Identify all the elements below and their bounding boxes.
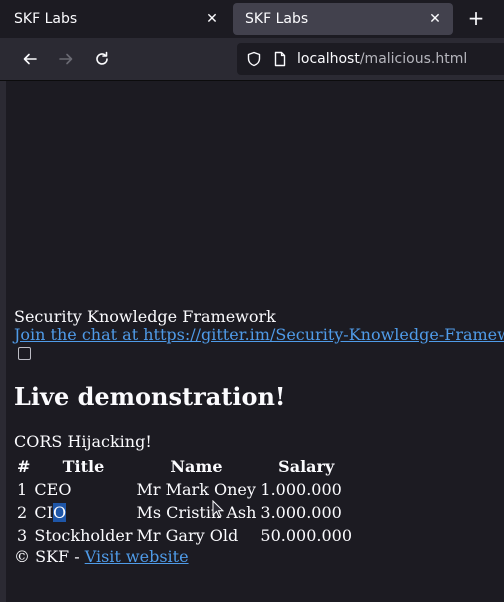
page-subtitle: CORS Hijacking! bbox=[14, 432, 152, 451]
forward-arrow-icon[interactable] bbox=[55, 48, 77, 70]
tab-skf-labs-1[interactable]: SKF Labs ✕ bbox=[2, 3, 230, 35]
row-name: Mr Gary Old bbox=[136, 526, 239, 545]
mouse-cursor-icon bbox=[212, 500, 224, 518]
gitter-chat-link[interactable]: Join the chat at https://gitter.im/Secur… bbox=[14, 325, 504, 344]
shield-icon[interactable] bbox=[245, 50, 263, 68]
url-host: localhost bbox=[297, 51, 360, 67]
row-name: Ms Cristin Ash bbox=[136, 503, 257, 522]
table-header-row: # Title Name Salary bbox=[16, 456, 353, 477]
close-icon[interactable]: ✕ bbox=[204, 11, 220, 27]
tab-title: SKF Labs bbox=[14, 11, 78, 27]
column-header-number: # bbox=[17, 457, 31, 476]
reload-icon[interactable] bbox=[91, 48, 113, 70]
table-row: 3 Stockholder Mr Gary Old 50.000.000 bbox=[16, 525, 353, 546]
navbar-brand[interactable]: Security Knowledge Framework bbox=[14, 307, 276, 326]
table-row: 1 CEO Mr Mark Oney 1.000.000 bbox=[16, 479, 353, 500]
column-header-title: Title bbox=[62, 457, 105, 476]
row-title-text: Stockholder bbox=[34, 526, 133, 545]
visit-website-link[interactable]: Visit website bbox=[85, 547, 189, 566]
url-path: /malicious.html bbox=[359, 51, 468, 67]
table-row: 2 CIO Ms Cristin Ash 3.000.000 bbox=[16, 502, 353, 523]
salary-table: # Title Name Salary 1 CEO Mr Mark Oney 1… bbox=[14, 454, 355, 548]
tab-strip: SKF Labs ✕ SKF Labs ✕ + bbox=[0, 0, 504, 38]
row-number: 2 bbox=[17, 503, 28, 522]
row-salary: 50.000.000 bbox=[260, 526, 353, 545]
tab-skf-labs-2[interactable]: SKF Labs ✕ bbox=[233, 3, 453, 35]
tab-title: SKF Labs bbox=[245, 11, 309, 27]
plus-icon[interactable]: + bbox=[463, 6, 489, 32]
page-title: Live demonstration! bbox=[14, 382, 286, 411]
row-title-text: CI bbox=[34, 503, 53, 522]
row-salary: 1.000.000 bbox=[260, 480, 342, 499]
column-header-salary: Salary bbox=[278, 457, 335, 476]
selected-text: O bbox=[52, 503, 67, 522]
url-bar[interactable]: localhost/malicious.html bbox=[237, 43, 504, 75]
row-title: Stockholder bbox=[33, 525, 133, 546]
row-title: CEO bbox=[33, 479, 133, 500]
nav-toolbar: localhost/malicious.html bbox=[0, 38, 504, 81]
page-icon[interactable] bbox=[271, 50, 289, 68]
row-number: 3 bbox=[17, 526, 28, 545]
row-salary: 3.000.000 bbox=[260, 503, 342, 522]
close-icon[interactable]: ✕ bbox=[427, 11, 443, 27]
column-header-name: Name bbox=[170, 457, 223, 476]
row-name: Mr Mark Oney bbox=[136, 480, 256, 499]
navbar-toggler-button[interactable] bbox=[18, 347, 31, 360]
page-content: Security Knowledge Framework Join the ch… bbox=[6, 81, 504, 602]
copyright-text: © SKF - bbox=[14, 547, 85, 566]
row-title: CIO bbox=[33, 502, 133, 523]
page-footer: © SKF - Visit website bbox=[14, 547, 189, 566]
back-arrow-icon[interactable] bbox=[19, 48, 41, 70]
row-number: 1 bbox=[17, 480, 28, 499]
row-title-text: CEO bbox=[34, 480, 72, 499]
